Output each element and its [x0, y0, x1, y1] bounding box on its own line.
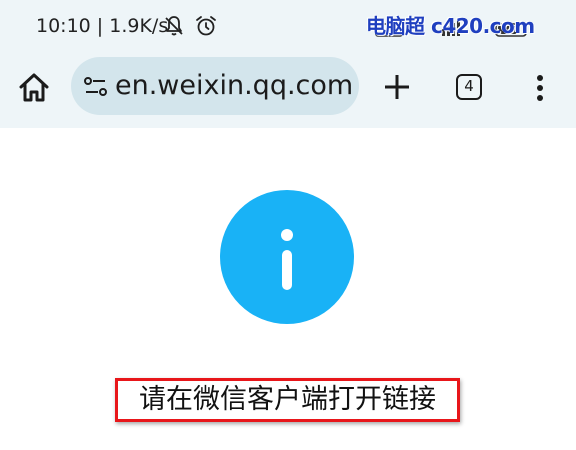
open-in-wechat-message: 请在微信客户端打开链接 [139, 384, 436, 415]
plus-icon[interactable] [381, 71, 413, 103]
site-settings-icon[interactable] [83, 74, 109, 100]
alarm-icon [196, 16, 216, 36]
tab-switcher-button[interactable]: 4 [456, 74, 482, 100]
info-glyph [281, 229, 293, 290]
url-text[interactable]: en.weixin.qq.com [115, 70, 353, 101]
browser-toolbar: en.weixin.qq.com 4 [0, 56, 576, 120]
more-vert-icon[interactable] [526, 70, 554, 106]
message-highlight-box: 请在微信客户端打开链接 [115, 378, 460, 422]
status-bar: 10:10 | 1.9K/s 电脑超 c420.com [0, 0, 576, 56]
home-icon[interactable] [16, 70, 52, 106]
address-bar[interactable]: en.weixin.qq.com [71, 57, 359, 115]
muted-bell-icon [165, 16, 183, 36]
status-time-speed: 10:10 | 1.9K/s [36, 15, 169, 37]
watermark-text: 电脑超 c420.com [366, 14, 535, 38]
info-icon [220, 190, 354, 324]
